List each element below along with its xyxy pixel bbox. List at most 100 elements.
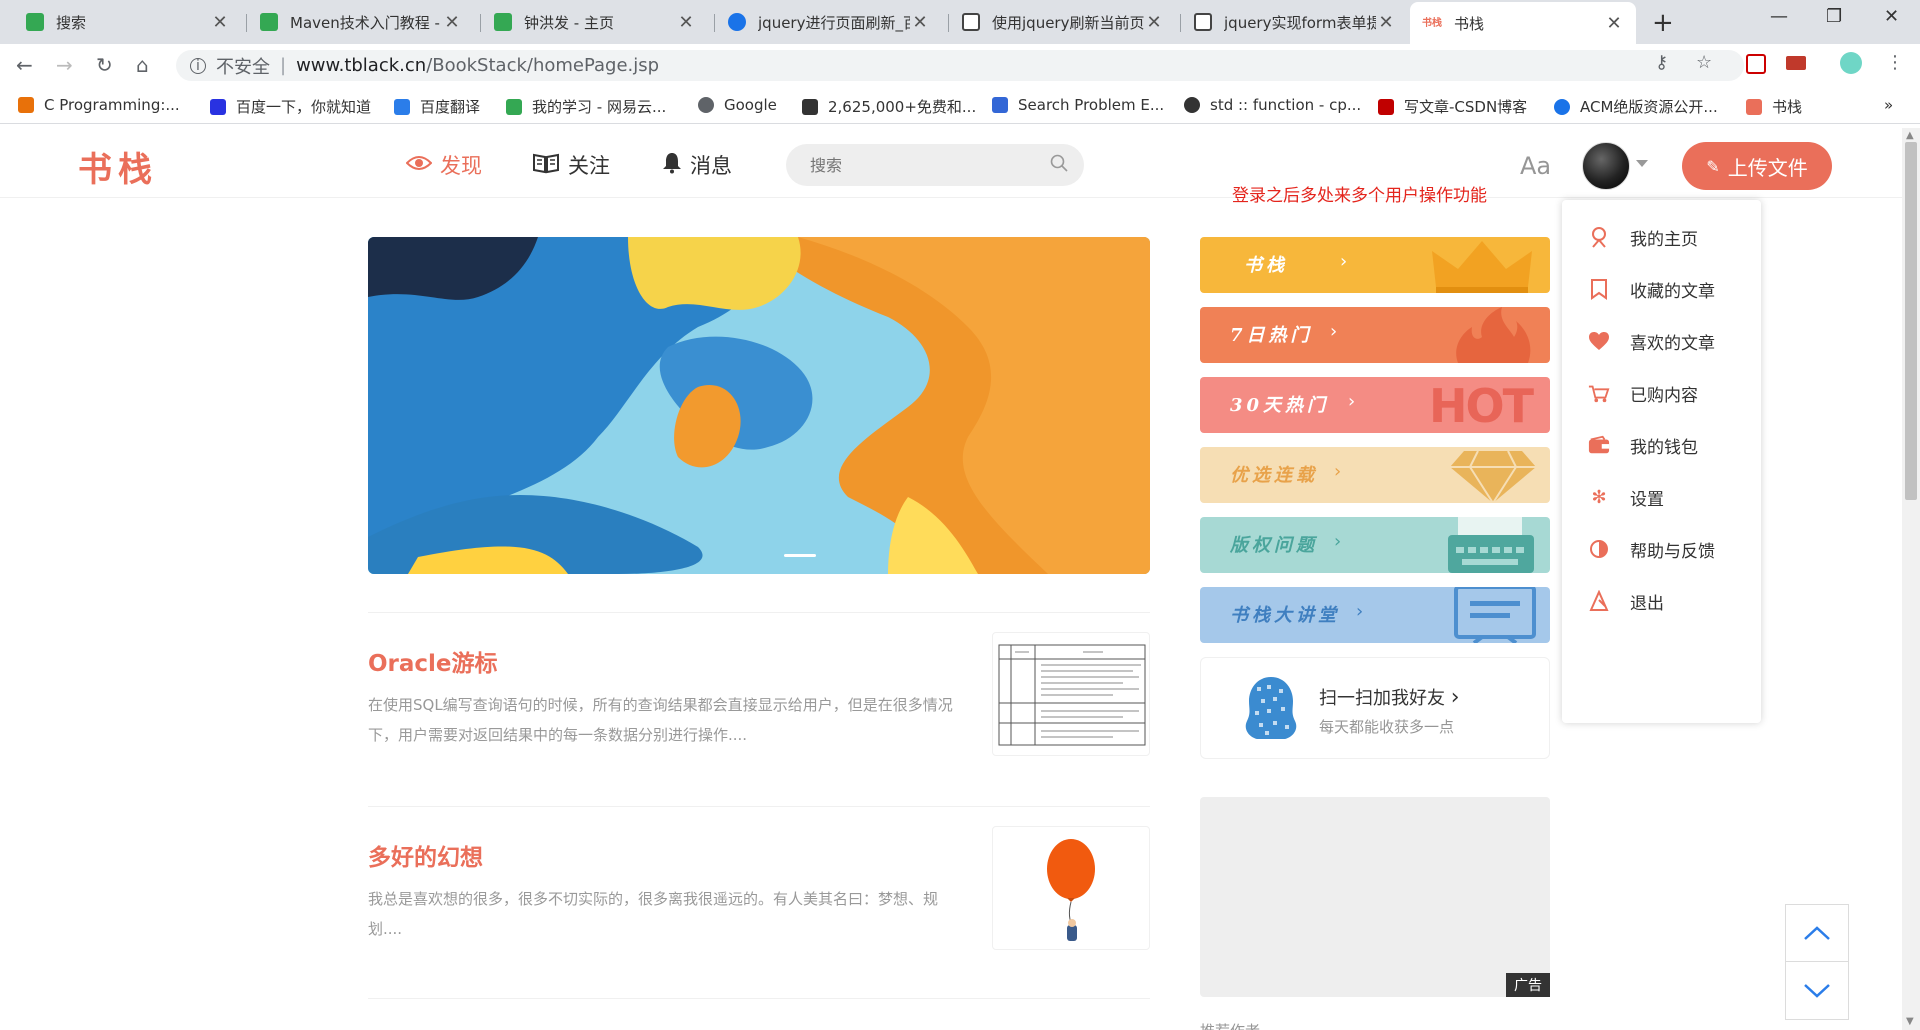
chevron-down-icon[interactable] [1636,160,1648,167]
article-thumbnail[interactable] [992,632,1150,756]
bookmark-icon [210,98,226,115]
tab-3[interactable]: 钟洪发 - 主页 ✕ [482,4,708,40]
tab-close-icon[interactable]: ✕ [1376,12,1396,33]
url-input[interactable]: i 不安全 | www.tblack.cn/BookStack/homePage… [176,50,1744,81]
menu-item-logout[interactable]: 退出 [1562,579,1761,623]
scroll-to-top-button[interactable] [1786,905,1848,962]
font-size-toggle[interactable]: Aa [1520,152,1551,180]
tab-6[interactable]: jquery实现form表单提 ✕ [1182,4,1408,40]
chevron-down-icon [1804,983,1830,998]
sidebar-card-lecture[interactable]: 书栈大讲堂 › [1200,587,1550,643]
tab-close-icon[interactable]: ✕ [676,12,696,33]
scroll-down-arrow-icon[interactable]: ▼ [1906,1016,1914,1027]
bookmark-icon [1588,278,1610,300]
forward-icon[interactable]: → [56,53,73,77]
site-logo[interactable]: 书栈 [78,142,158,191]
menu-item-settings[interactable]: ✻ 设置 [1562,475,1761,519]
profile-icon[interactable] [1840,52,1862,74]
nav-messages[interactable]: 消息 [662,150,732,180]
menu-dots-icon[interactable]: ⋮ [1886,52,1904,73]
tab-active[interactable]: 书栈 书栈 ✕ [1410,2,1636,44]
nav-discover[interactable]: 发现 [405,150,482,180]
scrollbar-thumb[interactable] [1905,142,1917,500]
bookmark-item[interactable]: 写文章-CSDN博客 [1378,96,1527,117]
chevron-right-icon: › [1348,391,1356,412]
bookmark-item[interactable]: 百度翻译 [394,96,480,117]
sidebar-card-7day-hot[interactable]: 7日热门 › [1200,307,1550,363]
bookmarks-overflow-icon[interactable]: » [1884,96,1893,114]
bookmark-item[interactable]: 2,625,000+免费和... [802,96,976,117]
sidebar-card-30day-hot[interactable]: 30天热门 › HOT [1200,377,1550,433]
tab-5[interactable]: 使用jquery刷新当前页 ✕ [950,4,1176,40]
bookmark-item[interactable]: 我的学习 - 网易云... [506,96,666,117]
card-label: 30天热门 [1230,395,1330,416]
tab-2[interactable]: Maven技术入门教程 - ✕ [248,4,474,40]
tab-title: jquery实现form表单提 [1224,13,1376,32]
page-scrollbar[interactable]: ▲ ▼ [1902,128,1920,1030]
extension-pocket-icon[interactable] [1746,54,1766,74]
search-bar [786,144,1084,186]
logout-icon [1588,590,1610,612]
back-icon[interactable]: ← [16,53,33,77]
favicon-icon [962,13,980,31]
bookmark-item[interactable]: 书栈 [1746,96,1802,117]
menu-item-saved-articles[interactable]: 收藏的文章 [1562,267,1761,311]
bookmark-item[interactable]: std :: function - cp... [1184,96,1361,114]
bookmark-item[interactable]: 百度一下，你就知道 [210,96,371,117]
article-item[interactable]: 多好的幻想 我总是喜欢想的很多，很多不切实际的，很多离我很遥远的。有人美其名曰：… [368,826,1150,950]
menu-label: 退出 [1630,593,1664,614]
article-thumbnail[interactable] [992,826,1150,950]
menu-item-liked-articles[interactable]: 喜欢的文章 [1562,319,1761,363]
tab-1[interactable]: 搜索 ✕ [14,4,242,40]
menu-item-help-feedback[interactable]: 帮助与反馈 [1562,527,1761,571]
article-item[interactable]: Oracle游标 在使用SQL编写查询语句的时候，所有的查询结果都会直接显示给用… [368,632,1150,756]
avatar[interactable] [1582,142,1630,190]
divider [368,612,1150,613]
upload-button[interactable]: ✎ 上传文件 [1682,142,1832,190]
tab-close-icon[interactable]: ✕ [1604,13,1624,34]
star-icon[interactable]: ☆ [1696,52,1712,73]
tab-divider [1180,14,1181,32]
sidebar-card-copyright[interactable]: 版权问题 › [1200,517,1550,573]
reload-icon[interactable]: ↻ [96,53,113,77]
close-window-icon[interactable]: ✕ [1884,6,1899,27]
nav-follow[interactable]: 关注 [532,150,610,180]
minimize-icon[interactable]: — [1770,6,1788,27]
menu-item-wallet[interactable]: 我的钱包 [1562,423,1761,467]
home-icon[interactable]: ⌂ [136,53,149,77]
banner-carousel[interactable] [368,237,1150,574]
key-icon[interactable]: ⚷ [1655,52,1668,73]
search-input[interactable] [810,144,1040,186]
bookmark-item[interactable]: Search Problem E... [992,96,1164,114]
qr-title: 扫一扫加我好友 › [1319,685,1460,710]
qr-card[interactable]: 扫一扫加我好友 › 每天都能收获多一点 [1200,657,1550,759]
new-tab-button[interactable]: + [1652,8,1674,38]
bookmark-item[interactable]: Google [698,96,777,114]
favicon-icon [494,13,512,31]
chevron-up-icon [1804,926,1830,940]
bookmark-item[interactable]: C Programming:... [18,96,180,114]
bookmark-item[interactable]: ACM绝版资源公开... [1554,96,1718,117]
carousel-indicator[interactable] [784,554,816,557]
restore-icon[interactable]: ❐ [1826,6,1842,27]
menu-item-my-homepage[interactable]: 我的主页 [1562,215,1761,259]
url-host: www.tblack.cn [296,55,427,76]
tab-close-icon[interactable]: ✕ [1144,12,1164,33]
scroll-to-bottom-button[interactable] [1786,962,1848,1019]
tab-close-icon[interactable]: ✕ [210,12,230,33]
tab-title: Maven技术入门教程 - [290,13,440,32]
extension-icon[interactable] [1786,56,1806,70]
tab-close-icon[interactable]: ✕ [442,12,462,33]
tab-4[interactable]: jquery进行页面刷新_百 ✕ [716,4,942,40]
sidebar-card-bookstack[interactable]: 书栈 › [1200,237,1550,293]
tab-close-icon[interactable]: ✕ [910,12,930,33]
sidebar-card-serial[interactable]: 优选连载 › [1200,447,1550,503]
address-bar: ← → ↻ ⌂ i 不安全 | www.tblack.cn/BookStack/… [0,44,1920,86]
menu-item-purchased[interactable]: 已购内容 [1562,371,1761,415]
info-icon[interactable]: i [190,57,206,74]
ad-banner[interactable]: 广告 [1200,797,1550,997]
scroll-up-arrow-icon[interactable]: ▲ [1906,130,1914,141]
bookmark-icon [698,97,714,113]
search-icon[interactable] [1050,154,1068,172]
bookmark-label: std :: function - cp... [1210,96,1362,114]
